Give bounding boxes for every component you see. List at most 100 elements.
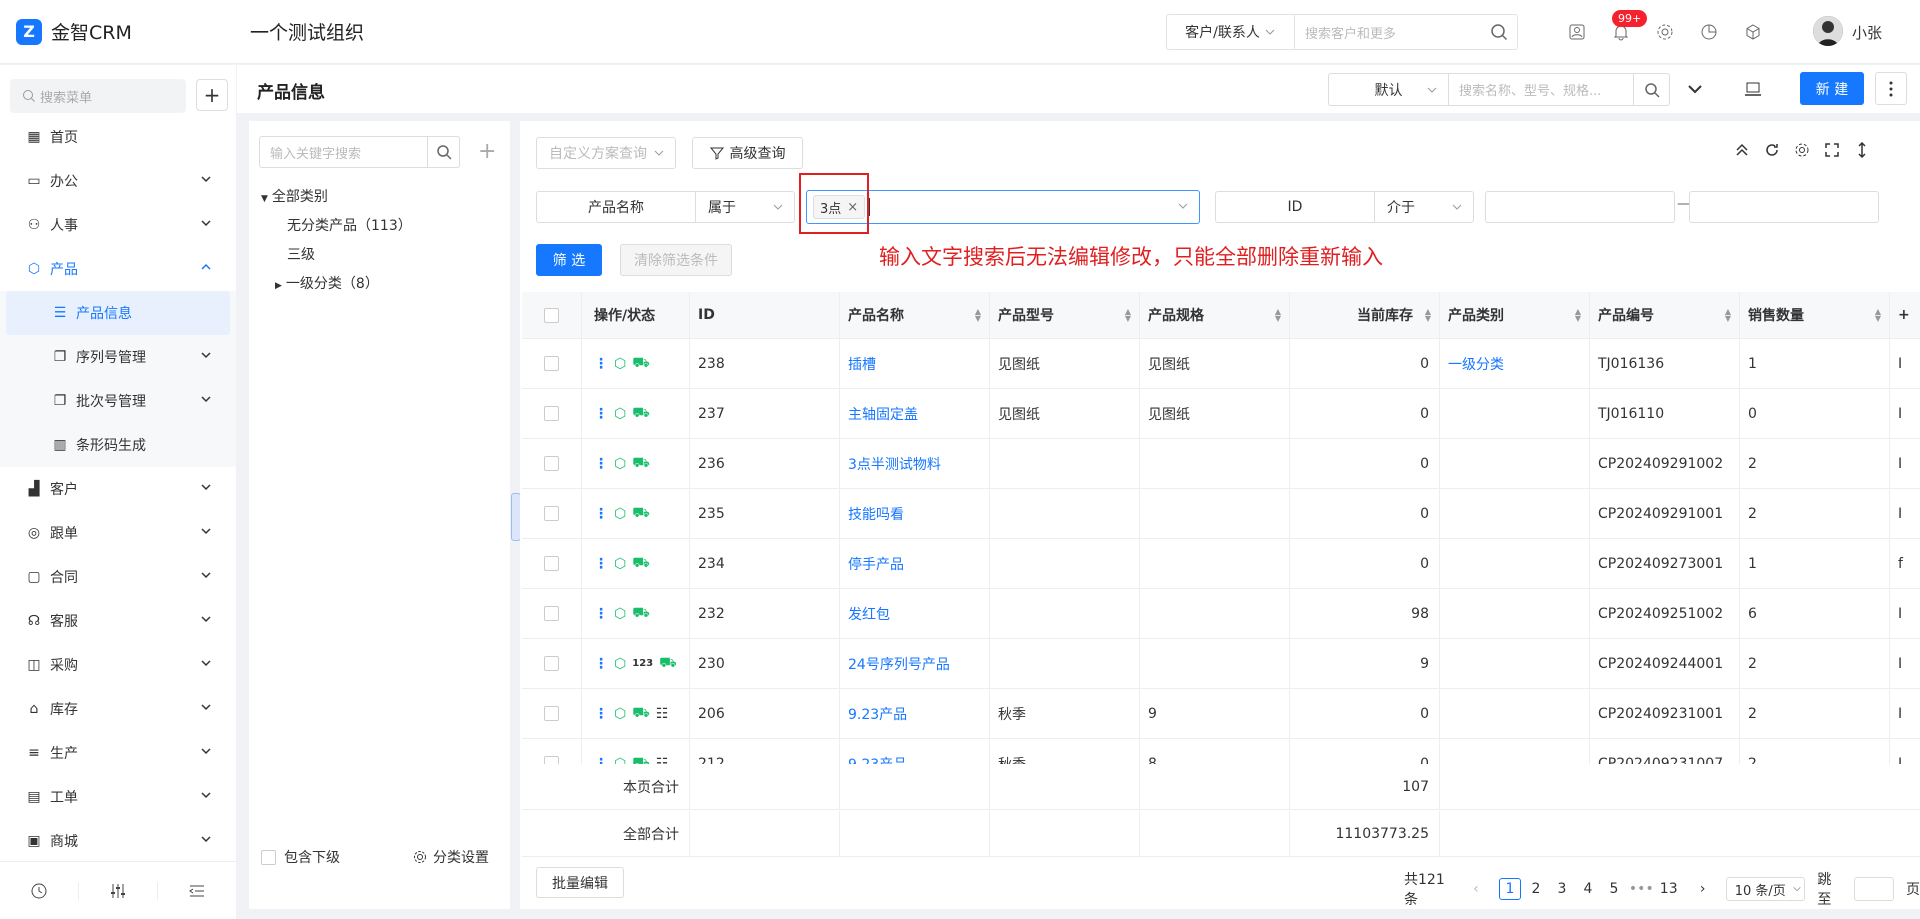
menu-search-input[interactable]: 搜索菜单	[10, 79, 186, 113]
table-row[interactable]: ⋮ ⬡ ⛟ 236 3点半测试物料 0 CP202409291002 2 I	[522, 439, 1920, 489]
filter-operator-1[interactable]: 属于	[695, 191, 795, 223]
cube-icon[interactable]: ⬡	[614, 556, 626, 572]
row-checkbox[interactable]	[522, 639, 582, 688]
more-vertical-icon[interactable]: ⋮	[594, 356, 608, 372]
collapse-menu-icon[interactable]	[158, 882, 236, 900]
table-row[interactable]: ⋮ ⬡ ⛟ 235 技能吗看 0 CP202409291001 2 I	[522, 489, 1920, 539]
page-number[interactable]: 2	[1525, 878, 1547, 900]
more-vertical-icon[interactable]: ⋮	[594, 506, 608, 522]
sort-icon[interactable]: ▲ ▼	[1275, 308, 1281, 323]
checkbox[interactable]	[261, 849, 276, 865]
view-select[interactable]: 默认	[1329, 74, 1449, 105]
batch-edit-button[interactable]: 批量编辑	[536, 867, 624, 898]
row-checkbox[interactable]	[522, 589, 582, 638]
list-check-icon[interactable]: ☷	[656, 706, 669, 722]
table-row[interactable]: ⋮ ⬡ ⛟ ☷ 206 9.23产品 秋季 9 0 CP202409231001 2 I	[522, 689, 1920, 739]
cell-name-link[interactable]: 发红包	[840, 589, 990, 638]
filter-field-1[interactable]: 产品名称	[536, 191, 696, 223]
cell-name-link[interactable]: 24号序列号产品	[840, 639, 990, 688]
row-height-icon[interactable]	[1854, 141, 1870, 162]
page-ellipsis[interactable]: •••	[1629, 878, 1654, 900]
menu-item-contract[interactable]: ▢ 合同	[0, 555, 236, 599]
checkbox[interactable]	[544, 406, 559, 421]
page-number[interactable]: 1	[1498, 878, 1521, 900]
cube-icon[interactable]: ⬡	[614, 706, 626, 722]
tree-node-level1[interactable]: ▶ 一级分类（8）	[275, 273, 379, 293]
cube-icon[interactable]	[1741, 20, 1765, 44]
cube-icon[interactable]: ⬡	[614, 606, 626, 622]
submenu-item-batch[interactable]: ❐ 批次号管理	[0, 379, 236, 423]
column-header-spec[interactable]: 产品规格 ▲ ▼	[1140, 292, 1290, 338]
row-checkbox[interactable]	[522, 339, 582, 388]
truck-icon[interactable]: ⛟	[632, 705, 650, 723]
page-size-select[interactable]: 10 条/页	[1725, 877, 1806, 901]
more-icon[interactable]	[1875, 72, 1907, 105]
category-settings-button[interactable]: 分类设置	[413, 847, 489, 867]
pie-chart-icon[interactable]	[1697, 20, 1721, 44]
cell-category[interactable]	[1440, 489, 1590, 538]
cell-category[interactable]	[1440, 689, 1590, 738]
scheme-select[interactable]: 自定义方案查询	[536, 137, 676, 169]
row-checkbox[interactable]	[522, 539, 582, 588]
menu-item-inventory[interactable]: ⌂ 库存	[0, 687, 236, 731]
checkbox[interactable]	[544, 706, 559, 721]
truck-icon[interactable]: ⛟	[632, 555, 650, 573]
page-number[interactable]: 13	[1658, 878, 1680, 900]
submenu-item-product-info[interactable]: ☰ 产品信息	[6, 291, 230, 335]
avatar[interactable]	[1813, 16, 1843, 46]
cell-category[interactable]	[1440, 439, 1590, 488]
tree-search-input[interactable]: 输入关键字搜索	[260, 143, 427, 162]
tree-node-root[interactable]: ▼ 全部类别	[261, 186, 328, 206]
cube-icon[interactable]: ⬡	[614, 506, 626, 522]
page-number[interactable]: 5	[1603, 878, 1625, 900]
advanced-query-button[interactable]: 高级查询	[692, 137, 803, 169]
menu-item-service[interactable]: ☊ 客服	[0, 599, 236, 643]
menu-item-purchase[interactable]: ◫ 采购	[0, 643, 236, 687]
cell-category[interactable]	[1440, 639, 1590, 688]
clear-filter-button[interactable]: 清除筛选条件	[620, 244, 732, 276]
cell-name-link[interactable]: 技能吗看	[840, 489, 990, 538]
cube-icon[interactable]: ⬡	[614, 356, 626, 372]
table-row[interactable]: ⋮ ⬡ ⛟ 234 停手产品 0 CP202409273001 1 f	[522, 539, 1920, 589]
new-button[interactable]: 新 建	[1800, 72, 1864, 105]
user-name[interactable]: 小张	[1852, 22, 1882, 43]
filter-field-2[interactable]: ID	[1215, 191, 1375, 223]
fullscreen-icon[interactable]	[1824, 142, 1840, 162]
search-scope-select[interactable]: 客户/联系人	[1167, 15, 1295, 49]
column-header-name[interactable]: 产品名称 ▲ ▼	[840, 292, 990, 338]
more-vertical-icon[interactable]: ⋮	[594, 456, 608, 472]
refresh-icon[interactable]	[1764, 142, 1780, 162]
next-page-icon[interactable]: ›	[1692, 878, 1714, 900]
filter-button[interactable]: 筛 选	[536, 244, 602, 276]
goto-page-input[interactable]	[1854, 877, 1894, 901]
cell-category[interactable]	[1440, 389, 1590, 438]
contacts-icon[interactable]	[1565, 20, 1589, 44]
truck-icon[interactable]: ⛟	[632, 405, 650, 423]
column-header-model[interactable]: 产品型号 ▲ ▼	[990, 292, 1140, 338]
menu-item-home[interactable]: ▦ 首页	[0, 115, 236, 159]
column-header-category[interactable]: 产品类别 ▲ ▼	[1440, 292, 1590, 338]
gear-icon[interactable]	[1794, 142, 1810, 162]
column-header-id[interactable]: ID	[690, 292, 840, 338]
menu-item-follow[interactable]: ◎ 跟单	[0, 511, 236, 555]
checkbox[interactable]	[544, 656, 559, 671]
menu-item-office[interactable]: ▭ 办公	[0, 159, 236, 203]
menu-item-customer[interactable]: ▟ 客户	[0, 467, 236, 511]
cube-icon[interactable]: ⬡	[614, 456, 626, 472]
add-menu-button[interactable]: +	[196, 79, 228, 111]
filter-operator-2[interactable]: 介于	[1374, 191, 1474, 223]
table-row[interactable]: ⋮ ⬡ ⛟ 232 发红包 98 CP202409251002 6 I	[522, 589, 1920, 639]
add-category-icon[interactable]: +	[478, 139, 496, 164]
menu-item-workorder[interactable]: ▤ 工单	[0, 775, 236, 819]
include-sub-checkbox[interactable]: 包含下级	[261, 847, 340, 867]
cell-name-link[interactable]: 停手产品	[840, 539, 990, 588]
sort-icon[interactable]: ▲ ▼	[1875, 308, 1881, 323]
column-header-code[interactable]: 产品编号 ▲ ▼	[1590, 292, 1740, 338]
history-icon[interactable]	[0, 881, 79, 900]
row-checkbox[interactable]	[522, 689, 582, 738]
search-icon[interactable]	[427, 137, 459, 167]
cell-name-link[interactable]: 9.23产品	[840, 689, 990, 738]
more-vertical-icon[interactable]: ⋮	[594, 606, 608, 622]
more-vertical-icon[interactable]: ⋮	[594, 406, 608, 422]
truck-icon[interactable]: ⛟	[659, 655, 677, 673]
